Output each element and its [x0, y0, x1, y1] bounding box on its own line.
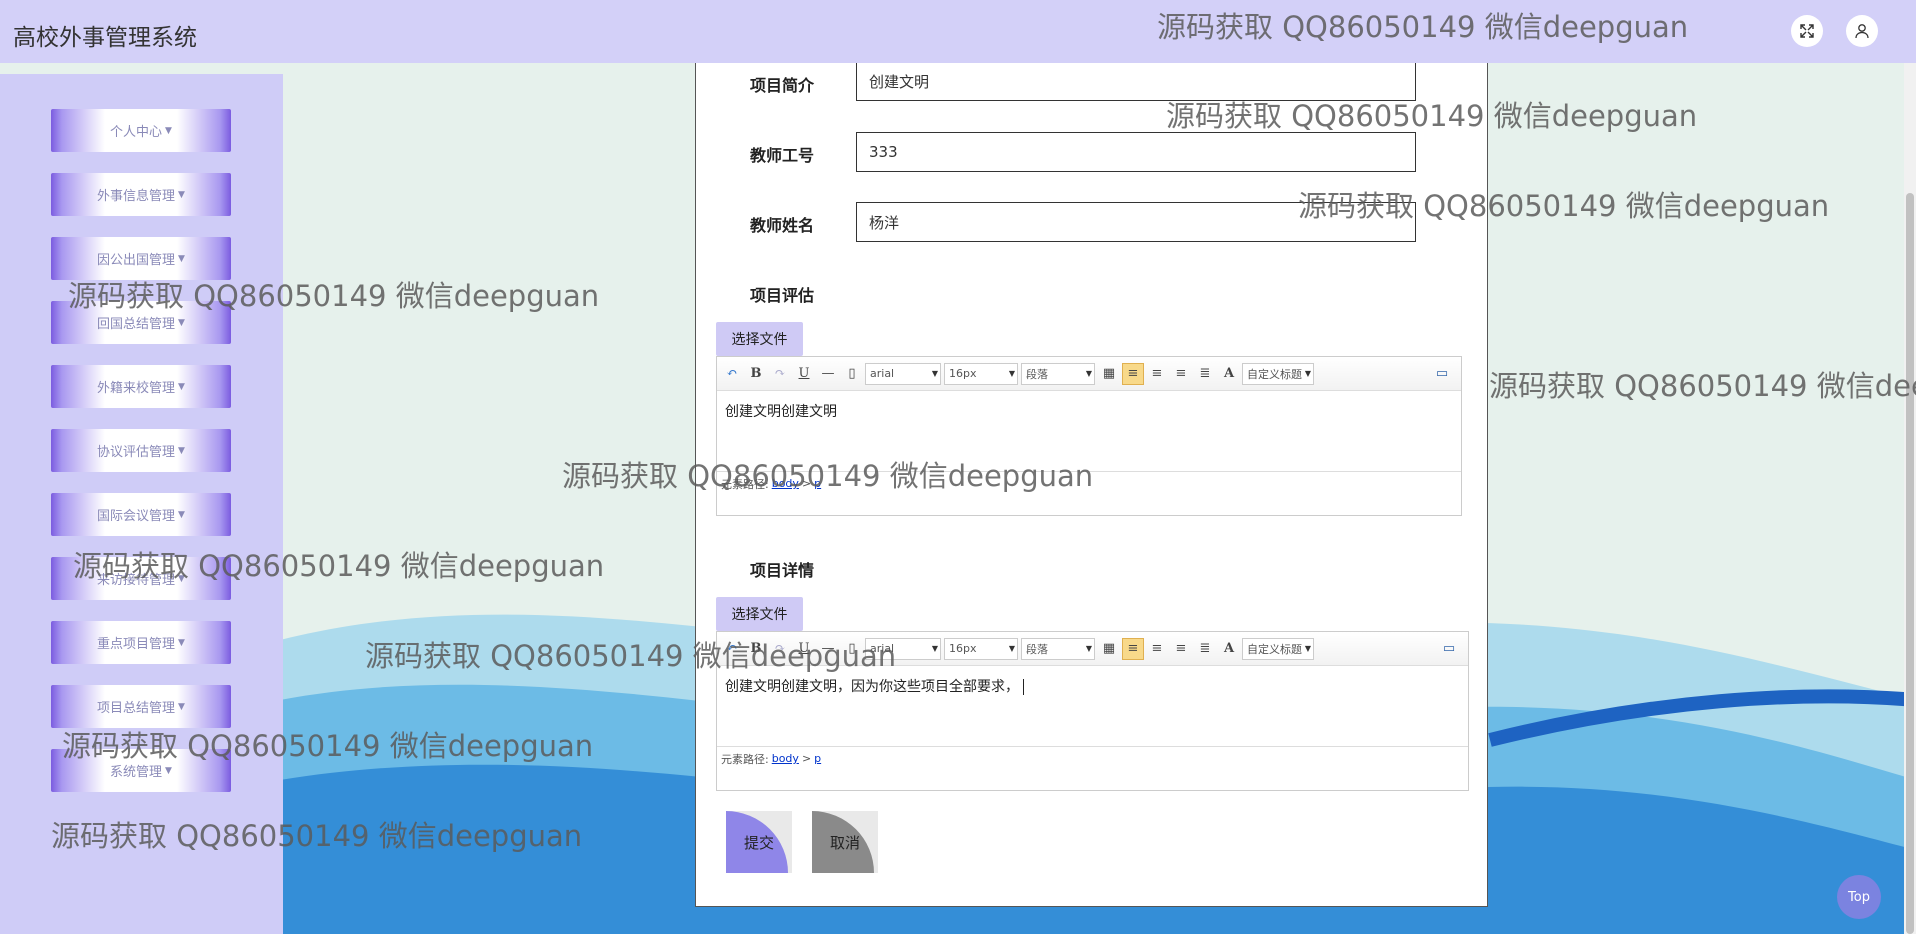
sidebar: 个人中心 ▼ 外事信息管理 ▼ 因公出国管理 ▼ 回国总结管理 ▼ 外籍来校管理 ▼ 协议…	[0, 74, 283, 934]
align-left-icon[interactable]: ≡	[1122, 637, 1144, 660]
sidebar-item-key-projects[interactable]: 重点项目管理 ▼	[51, 621, 231, 664]
details-file-button[interactable]: 选择文件	[716, 597, 803, 631]
font-size-select[interactable]: 16px ▼	[944, 362, 1018, 385]
teacher-name-input[interactable]: 杨洋	[856, 202, 1416, 242]
summary-label: 项目简介	[750, 78, 815, 95]
chevron-down-icon: ▼	[178, 253, 185, 264]
sidebar-item-personal-center[interactable]: 个人中心 ▼	[51, 109, 231, 152]
user-icon[interactable]	[1846, 15, 1878, 47]
justify-icon[interactable]: ≣	[1194, 638, 1216, 660]
teacher-id-label: 教师工号	[750, 148, 815, 165]
font-size-select[interactable]: 16px ▼	[944, 637, 1018, 660]
chevron-down-icon: ▼	[178, 317, 185, 328]
undo-icon[interactable]: ↶	[721, 363, 743, 385]
paragraph-select[interactable]: 段落 ▼	[1021, 637, 1095, 660]
text-cursor: ​	[1023, 679, 1024, 695]
chevron-down-icon: ▼	[178, 381, 185, 392]
fullscreen-editor-icon[interactable]: ▭	[1438, 638, 1460, 660]
document-icon[interactable]: ▯	[841, 363, 863, 385]
chevron-down-icon: ▼	[178, 573, 185, 584]
horizontal-rule-icon[interactable]: —	[817, 638, 839, 660]
path-p-link[interactable]: p	[814, 477, 821, 490]
editor-content[interactable]: 创建文明创建文明，因为你这些项目全部要求，​	[717, 666, 1468, 746]
font-select[interactable]: arial ▼	[865, 362, 941, 385]
chevron-down-icon: ▼	[178, 445, 185, 456]
details-editor: ↶ B ↷ U — ▯ arial ▼ 16px ▼ 段落 ▼ ▦ ≡ ≡ ≡ ≣ A…	[716, 631, 1469, 791]
sidebar-item-system-management[interactable]: 系统管理 ▼	[51, 749, 231, 792]
sidebar-item-project-summary[interactable]: 项目总结管理 ▼	[51, 685, 231, 728]
sidebar-item-agreement-evaluation[interactable]: 协议评估管理 ▼	[51, 429, 231, 472]
chevron-down-icon: ▼	[165, 765, 172, 776]
fullscreen-icon[interactable]	[1791, 15, 1823, 47]
editor-toolbar: ↶ B ↷ U — ▯ arial ▼ 16px ▼ 段落 ▼ ▦ ≡ ≡ ≡ ≣ A…	[717, 357, 1461, 391]
font-color-icon[interactable]: A	[1218, 638, 1240, 660]
chevron-down-icon: ▼	[178, 637, 185, 648]
justify-icon[interactable]: ≣	[1194, 363, 1216, 385]
chevron-down-icon: ▼	[165, 125, 172, 136]
redo-icon[interactable]: ↷	[769, 363, 791, 385]
redo-icon[interactable]: ↷	[769, 638, 791, 660]
font-color-icon[interactable]: A	[1218, 363, 1240, 385]
page-scrollbar[interactable]	[1904, 63, 1916, 934]
sidebar-item-international-conference[interactable]: 国际会议管理 ▼	[51, 493, 231, 536]
cancel-button[interactable]: 取消	[812, 811, 878, 873]
path-body-link[interactable]: body	[772, 477, 799, 490]
custom-title-select[interactable]: 自定义标题 ▼	[1242, 362, 1314, 385]
sidebar-item-foreign-affairs-info[interactable]: 外事信息管理 ▼	[51, 173, 231, 216]
custom-title-select[interactable]: 自定义标题 ▼	[1242, 637, 1314, 660]
align-center-icon[interactable]: ≡	[1170, 638, 1192, 660]
table-icon[interactable]: ▦	[1098, 638, 1120, 660]
teacher-name-label: 教师姓名	[750, 218, 815, 235]
chevron-down-icon: ▼	[178, 189, 185, 200]
document-icon[interactable]: ▯	[841, 638, 863, 660]
bold-icon[interactable]: B	[745, 638, 767, 660]
sidebar-item-return-summary[interactable]: 回国总结管理 ▼	[51, 301, 231, 344]
align-center-icon[interactable]: ≡	[1170, 363, 1192, 385]
align-left-icon[interactable]: ≡	[1122, 362, 1144, 385]
submit-button[interactable]: 提交	[726, 811, 792, 873]
details-label: 项目详情	[750, 563, 815, 580]
bold-icon[interactable]: B	[745, 363, 767, 385]
top-bar: 高校外事管理系统	[0, 0, 1916, 63]
path-body-link[interactable]: body	[772, 752, 799, 765]
evaluation-editor: ↶ B ↷ U — ▯ arial ▼ 16px ▼ 段落 ▼ ▦ ≡ ≡ ≡ ≣ A…	[716, 356, 1462, 516]
summary-input[interactable]: 创建文明	[856, 61, 1416, 101]
chevron-down-icon: ▼	[178, 509, 185, 520]
align-right-icon[interactable]: ≡	[1146, 363, 1168, 385]
teacher-id-input[interactable]: 333	[856, 132, 1416, 172]
editor-content[interactable]: 创建文明创建文明	[717, 391, 1461, 471]
edit-form-panel: 项目简介 创建文明 教师工号 333 教师姓名 杨洋 项目评估 选择文件 ↶ B…	[695, 55, 1488, 907]
chevron-down-icon: ▼	[178, 701, 185, 712]
underline-icon[interactable]: U	[793, 363, 815, 385]
table-icon[interactable]: ▦	[1098, 363, 1120, 385]
undo-icon[interactable]: ↶	[721, 638, 743, 660]
back-to-top-button[interactable]: Top	[1837, 875, 1881, 919]
element-path: 元素路径: body > p	[717, 746, 1468, 770]
underline-icon[interactable]: U	[793, 638, 815, 660]
paragraph-select[interactable]: 段落 ▼	[1021, 362, 1095, 385]
evaluation-file-button[interactable]: 选择文件	[716, 322, 803, 356]
font-select[interactable]: arial ▼	[865, 637, 941, 660]
path-p-link[interactable]: p	[814, 752, 821, 765]
sidebar-item-official-abroad[interactable]: 因公出国管理 ▼	[51, 237, 231, 280]
align-right-icon[interactable]: ≡	[1146, 638, 1168, 660]
horizontal-rule-icon[interactable]: —	[817, 363, 839, 385]
app-title: 高校外事管理系统	[13, 25, 197, 51]
element-path: 元素路径: body > p	[717, 471, 1461, 495]
fullscreen-editor-icon[interactable]: ▭	[1431, 363, 1453, 385]
evaluation-label: 项目评估	[750, 288, 815, 305]
editor-toolbar: ↶ B ↷ U — ▯ arial ▼ 16px ▼ 段落 ▼ ▦ ≡ ≡ ≡ ≣ A…	[717, 632, 1468, 666]
sidebar-item-foreign-visitors[interactable]: 外籍来校管理 ▼	[51, 365, 231, 408]
sidebar-item-visit-reception[interactable]: 来访接待管理 ▼	[51, 557, 231, 600]
